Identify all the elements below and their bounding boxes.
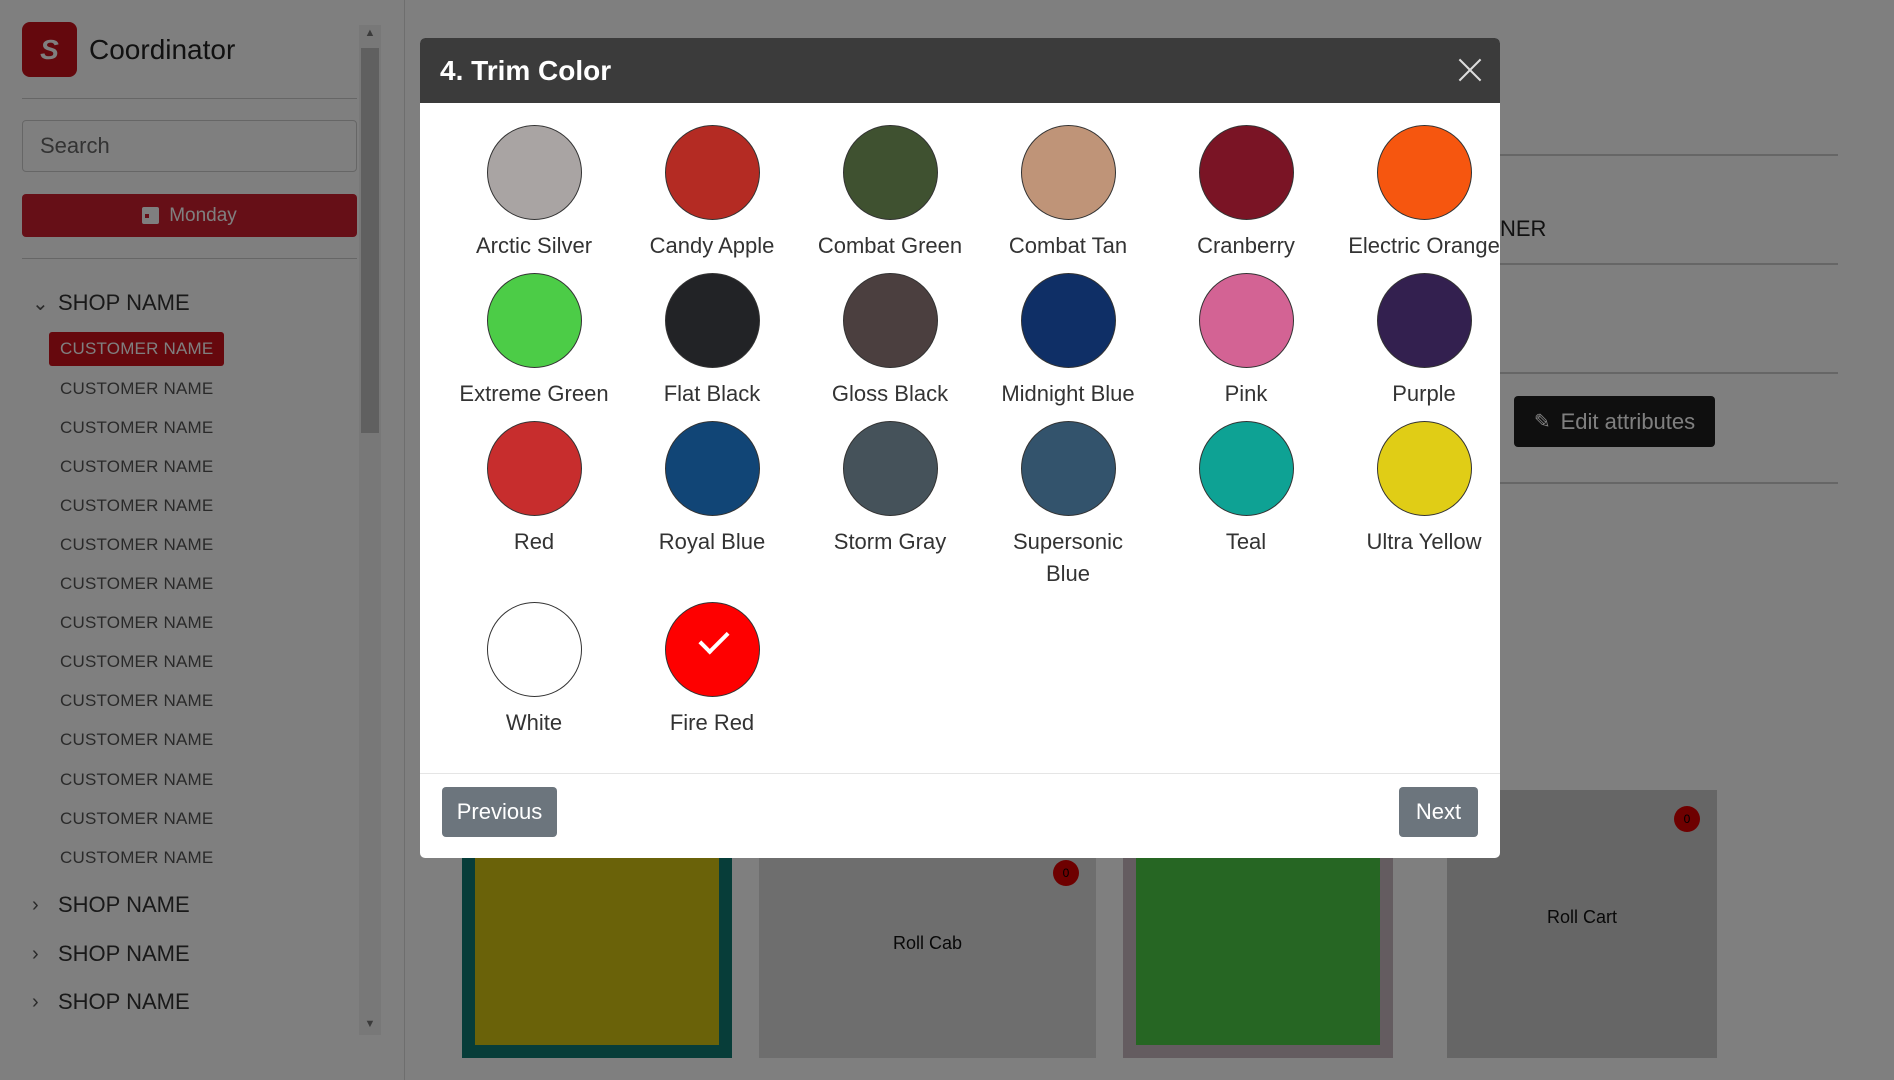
color-swatch[interactable]: Gloss Black — [801, 273, 979, 410]
modal-footer: Previous Next — [420, 773, 1500, 858]
color-swatch[interactable]: Flat Black — [623, 273, 801, 410]
color-swatch[interactable]: Extreme Green — [445, 273, 623, 410]
swatch-circle — [664, 125, 760, 220]
swatch-circle — [1020, 421, 1116, 516]
swatch-label: Combat Tan — [1008, 233, 1128, 258]
swatch-circle — [1020, 125, 1116, 220]
color-swatch[interactable]: Fire Red — [623, 602, 801, 739]
trim-color-modal: 4. Trim Color Arctic Silver Candy Apple Co… — [420, 38, 1500, 858]
swatch-label: Gloss Black — [831, 381, 949, 406]
swatch-label: Fire Red — [669, 710, 755, 735]
swatch-circle — [486, 602, 582, 697]
color-swatch[interactable]: Supersonic Blue — [979, 421, 1157, 590]
swatch-circle — [1198, 273, 1294, 368]
swatch-label: Candy Apple — [649, 233, 775, 258]
swatch-circle — [1020, 273, 1116, 368]
swatch-circle — [664, 421, 760, 516]
swatch-circle — [664, 602, 760, 697]
color-swatch[interactable]: Cranberry — [1157, 125, 1335, 262]
previous-button[interactable]: Previous — [442, 787, 557, 837]
color-swatch[interactable]: Red — [445, 421, 623, 558]
swatch-label: Storm Gray — [833, 529, 947, 554]
color-swatch[interactable]: Pink — [1157, 273, 1335, 410]
color-swatch[interactable]: Teal — [1157, 421, 1335, 558]
swatch-label: Cranberry — [1197, 233, 1295, 258]
swatch-circle — [842, 273, 938, 368]
swatch-label: White — [505, 710, 563, 735]
color-swatch[interactable]: Electric Orange — [1335, 125, 1500, 262]
swatch-label: Teal — [1225, 529, 1267, 554]
swatch-circle — [486, 421, 582, 516]
swatch-circle — [842, 421, 938, 516]
swatch-label: Ultra Yellow — [1366, 529, 1482, 554]
swatch-circle — [1376, 421, 1472, 516]
color-swatch[interactable]: Candy Apple — [623, 125, 801, 262]
color-swatch[interactable]: Ultra Yellow — [1335, 421, 1500, 558]
color-swatch[interactable]: Royal Blue — [623, 421, 801, 558]
swatch-label: Flat Black — [663, 381, 761, 406]
swatch-label: Supersonic Blue — [1012, 529, 1124, 586]
swatch-label: Red — [513, 529, 555, 554]
checkmark-icon — [697, 623, 730, 655]
swatch-circle — [664, 273, 760, 368]
color-swatch[interactable]: Midnight Blue — [979, 273, 1157, 410]
next-button[interactable]: Next — [1399, 787, 1478, 837]
swatch-label: Pink — [1224, 381, 1268, 406]
swatch-label: Purple — [1392, 381, 1456, 406]
swatch-circle — [1198, 421, 1294, 516]
color-swatch[interactable]: White — [445, 602, 623, 739]
color-swatch[interactable]: Arctic Silver — [445, 125, 623, 262]
swatch-label: Arctic Silver — [475, 233, 593, 258]
swatch-circle — [486, 125, 582, 220]
modal-title: 4. Trim Color — [440, 54, 612, 86]
swatch-label: Extreme Green — [459, 381, 609, 406]
color-swatch[interactable]: Combat Green — [801, 125, 979, 262]
swatch-label: Combat Green — [817, 233, 963, 258]
close-icon[interactable] — [1454, 54, 1486, 86]
color-swatch[interactable]: Storm Gray — [801, 421, 979, 558]
modal-header: 4. Trim Color — [420, 38, 1500, 103]
swatch-circle — [1376, 125, 1472, 220]
swatch-label: Midnight Blue — [1001, 381, 1135, 406]
swatch-circle — [1376, 273, 1472, 368]
swatch-circle — [1198, 125, 1294, 220]
swatch-label: Royal Blue — [658, 529, 766, 554]
color-swatch[interactable]: Purple — [1335, 273, 1500, 410]
swatch-circle — [842, 125, 938, 220]
color-swatch[interactable]: Combat Tan — [979, 125, 1157, 262]
swatch-label: Electric Orange — [1348, 233, 1500, 258]
swatch-circle — [486, 273, 582, 368]
